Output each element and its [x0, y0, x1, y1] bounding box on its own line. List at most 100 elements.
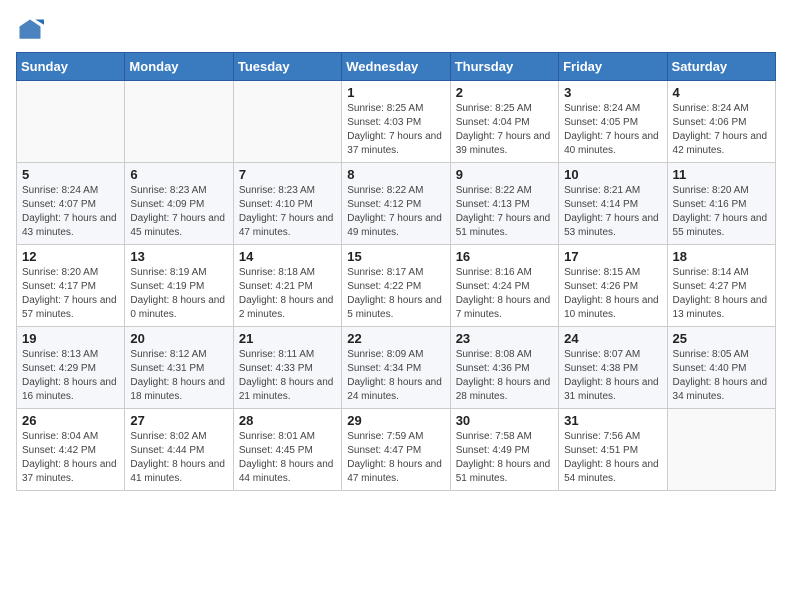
day-number: 2	[456, 85, 553, 100]
day-number: 31	[564, 413, 661, 428]
calendar-cell	[125, 81, 233, 163]
day-number: 25	[673, 331, 770, 346]
day-info: Sunrise: 8:14 AM Sunset: 4:27 PM Dayligh…	[673, 266, 770, 322]
day-number: 7	[239, 167, 336, 182]
day-info: Sunrise: 8:24 AM Sunset: 4:07 PM Dayligh…	[22, 184, 119, 240]
day-info: Sunrise: 8:12 AM Sunset: 4:31 PM Dayligh…	[130, 348, 227, 404]
weekday-header-monday: Monday	[125, 53, 233, 81]
calendar-cell: 28 Sunrise: 8:01 AM Sunset: 4:45 PM Dayli…	[233, 409, 341, 491]
day-number: 28	[239, 413, 336, 428]
calendar-cell: 20 Sunrise: 8:12 AM Sunset: 4:31 PM Dayli…	[125, 327, 233, 409]
day-info: Sunrise: 7:56 AM Sunset: 4:51 PM Dayligh…	[564, 430, 661, 486]
day-number: 18	[673, 249, 770, 264]
weekday-header-sunday: Sunday	[17, 53, 125, 81]
calendar-cell: 26 Sunrise: 8:04 AM Sunset: 4:42 PM Dayli…	[17, 409, 125, 491]
calendar-cell: 24 Sunrise: 8:07 AM Sunset: 4:38 PM Dayli…	[559, 327, 667, 409]
week-row-1: 1Sunrise: 8:25 AM Sunset: 4:03 PM Daylig…	[17, 81, 776, 163]
calendar-cell: 25 Sunrise: 8:05 AM Sunset: 4:40 PM Dayli…	[667, 327, 775, 409]
day-info: Sunrise: 8:08 AM Sunset: 4:36 PM Dayligh…	[456, 348, 553, 404]
calendar-cell: 23Sunrise: 8:08 AM Sunset: 4:36 PM Dayli…	[450, 327, 558, 409]
calendar-cell: 19Sunrise: 8:13 AM Sunset: 4:29 PM Dayli…	[17, 327, 125, 409]
day-number: 6	[130, 167, 227, 182]
day-number: 14	[239, 249, 336, 264]
day-number: 5	[22, 167, 119, 182]
day-number: 9	[456, 167, 553, 182]
week-row-2: 5 Sunrise: 8:24 AM Sunset: 4:07 PM Daylig…	[17, 163, 776, 245]
logo-icon	[16, 16, 44, 44]
week-row-3: 12Sunrise: 8:20 AM Sunset: 4:17 PM Dayli…	[17, 245, 776, 327]
calendar-cell: 31 Sunrise: 7:56 AM Sunset: 4:51 PM Dayli…	[559, 409, 667, 491]
day-info: Sunrise: 7:58 AM Sunset: 4:49 PM Dayligh…	[456, 430, 553, 486]
day-info: Sunrise: 8:21 AM Sunset: 4:14 PM Dayligh…	[564, 184, 661, 240]
day-number: 29	[347, 413, 444, 428]
day-number: 26	[22, 413, 119, 428]
day-info: Sunrise: 8:20 AM Sunset: 4:16 PM Dayligh…	[673, 184, 770, 240]
calendar-cell: 18 Sunrise: 8:14 AM Sunset: 4:27 PM Dayli…	[667, 245, 775, 327]
calendar-cell: 22 Sunrise: 8:09 AM Sunset: 4:34 PM Dayli…	[342, 327, 450, 409]
calendar-cell: 4 Sunrise: 8:24 AM Sunset: 4:06 PM Daylig…	[667, 81, 775, 163]
day-number: 24	[564, 331, 661, 346]
day-info: Sunrise: 8:02 AM Sunset: 4:44 PM Dayligh…	[130, 430, 227, 486]
calendar-cell: 8 Sunrise: 8:22 AM Sunset: 4:12 PM Daylig…	[342, 163, 450, 245]
day-info: Sunrise: 8:17 AM Sunset: 4:22 PM Dayligh…	[347, 266, 444, 322]
day-info: Sunrise: 8:04 AM Sunset: 4:42 PM Dayligh…	[22, 430, 119, 486]
calendar-cell: 17 Sunrise: 8:15 AM Sunset: 4:26 PM Dayli…	[559, 245, 667, 327]
calendar-cell	[17, 81, 125, 163]
day-info: Sunrise: 7:59 AM Sunset: 4:47 PM Dayligh…	[347, 430, 444, 486]
day-info: Sunrise: 8:11 AM Sunset: 4:33 PM Dayligh…	[239, 348, 336, 404]
day-info: Sunrise: 8:23 AM Sunset: 4:09 PM Dayligh…	[130, 184, 227, 240]
calendar-cell: 11Sunrise: 8:20 AM Sunset: 4:16 PM Dayli…	[667, 163, 775, 245]
day-info: Sunrise: 8:20 AM Sunset: 4:17 PM Dayligh…	[22, 266, 119, 322]
calendar-cell: 7 Sunrise: 8:23 AM Sunset: 4:10 PM Daylig…	[233, 163, 341, 245]
day-number: 10	[564, 167, 661, 182]
page-header	[16, 16, 776, 44]
day-info: Sunrise: 8:23 AM Sunset: 4:10 PM Dayligh…	[239, 184, 336, 240]
calendar-cell	[667, 409, 775, 491]
calendar-cell: 14 Sunrise: 8:18 AM Sunset: 4:21 PM Dayli…	[233, 245, 341, 327]
day-info: Sunrise: 8:22 AM Sunset: 4:13 PM Dayligh…	[456, 184, 553, 240]
calendar-table: SundayMondayTuesdayWednesdayThursdayFrid…	[16, 52, 776, 491]
day-number: 21	[239, 331, 336, 346]
calendar-cell: 2 Sunrise: 8:25 AM Sunset: 4:04 PM Daylig…	[450, 81, 558, 163]
calendar-cell: 16Sunrise: 8:16 AM Sunset: 4:24 PM Dayli…	[450, 245, 558, 327]
day-info: Sunrise: 8:22 AM Sunset: 4:12 PM Dayligh…	[347, 184, 444, 240]
day-info: Sunrise: 8:09 AM Sunset: 4:34 PM Dayligh…	[347, 348, 444, 404]
calendar-cell	[233, 81, 341, 163]
calendar-cell: 3 Sunrise: 8:24 AM Sunset: 4:05 PM Daylig…	[559, 81, 667, 163]
day-number: 20	[130, 331, 227, 346]
day-info: Sunrise: 8:13 AM Sunset: 4:29 PM Dayligh…	[22, 348, 119, 404]
calendar-cell: 6 Sunrise: 8:23 AM Sunset: 4:09 PM Daylig…	[125, 163, 233, 245]
weekday-header-saturday: Saturday	[667, 53, 775, 81]
day-number: 15	[347, 249, 444, 264]
calendar-cell: 12Sunrise: 8:20 AM Sunset: 4:17 PM Dayli…	[17, 245, 125, 327]
calendar-cell: 15 Sunrise: 8:17 AM Sunset: 4:22 PM Dayli…	[342, 245, 450, 327]
week-row-4: 19Sunrise: 8:13 AM Sunset: 4:29 PM Dayli…	[17, 327, 776, 409]
weekday-header-thursday: Thursday	[450, 53, 558, 81]
calendar-cell: 27 Sunrise: 8:02 AM Sunset: 4:44 PM Dayli…	[125, 409, 233, 491]
calendar-cell: 5 Sunrise: 8:24 AM Sunset: 4:07 PM Daylig…	[17, 163, 125, 245]
weekday-header-friday: Friday	[559, 53, 667, 81]
calendar-cell: 30 Sunrise: 7:58 AM Sunset: 4:49 PM Dayli…	[450, 409, 558, 491]
weekday-header-tuesday: Tuesday	[233, 53, 341, 81]
calendar-cell: 10 Sunrise: 8:21 AM Sunset: 4:14 PM Dayli…	[559, 163, 667, 245]
day-info: Sunrise: 8:24 AM Sunset: 4:06 PM Dayligh…	[673, 102, 770, 158]
day-number: 17	[564, 249, 661, 264]
day-number: 27	[130, 413, 227, 428]
day-number: 30	[456, 413, 553, 428]
day-info: Sunrise: 8:15 AM Sunset: 4:26 PM Dayligh…	[564, 266, 661, 322]
day-number: 4	[673, 85, 770, 100]
calendar-cell: 13Sunrise: 8:19 AM Sunset: 4:19 PM Dayli…	[125, 245, 233, 327]
day-info: Sunrise: 8:05 AM Sunset: 4:40 PM Dayligh…	[673, 348, 770, 404]
day-number: 3	[564, 85, 661, 100]
day-number: 13	[130, 249, 227, 264]
day-info: Sunrise: 8:07 AM Sunset: 4:38 PM Dayligh…	[564, 348, 661, 404]
day-info: Sunrise: 8:25 AM Sunset: 4:04 PM Dayligh…	[456, 102, 553, 158]
day-info: Sunrise: 8:16 AM Sunset: 4:24 PM Dayligh…	[456, 266, 553, 322]
day-info: Sunrise: 8:01 AM Sunset: 4:45 PM Dayligh…	[239, 430, 336, 486]
day-number: 8	[347, 167, 444, 182]
day-number: 1	[347, 85, 444, 100]
calendar-cell: 1Sunrise: 8:25 AM Sunset: 4:03 PM Daylig…	[342, 81, 450, 163]
day-info: Sunrise: 8:18 AM Sunset: 4:21 PM Dayligh…	[239, 266, 336, 322]
day-number: 22	[347, 331, 444, 346]
day-info: Sunrise: 8:24 AM Sunset: 4:05 PM Dayligh…	[564, 102, 661, 158]
